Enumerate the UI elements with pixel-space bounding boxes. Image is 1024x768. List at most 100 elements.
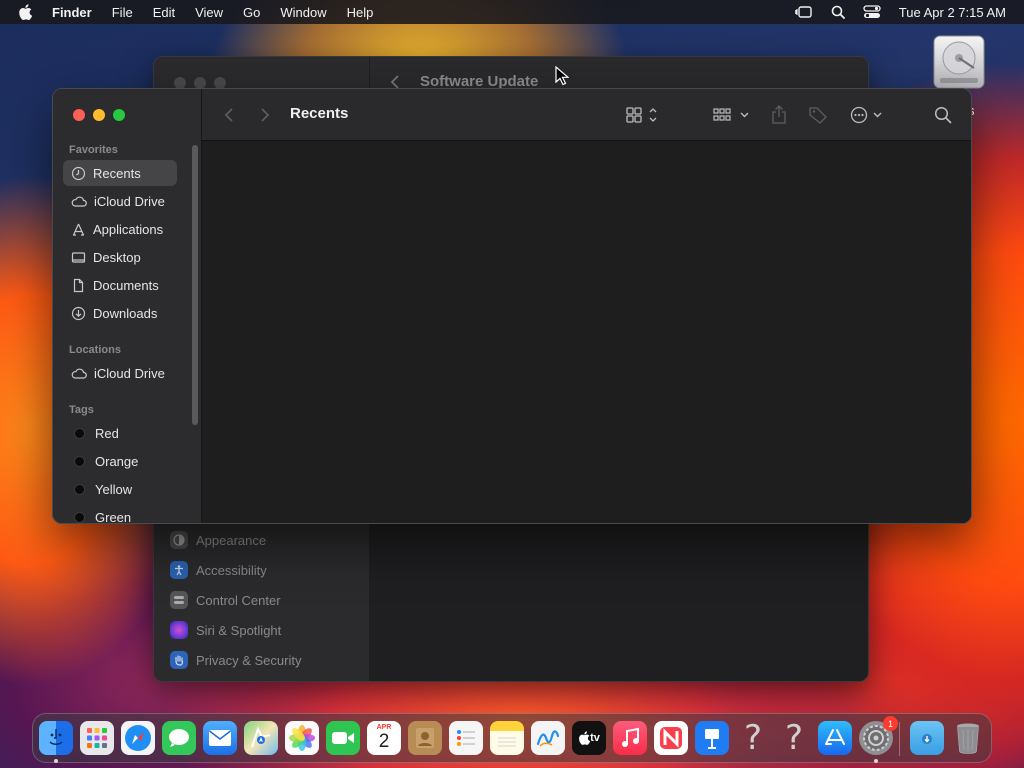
- view-mode-button[interactable]: [625, 103, 661, 127]
- settings-item-siri-spotlight[interactable]: Siri & Spotlight: [170, 618, 281, 642]
- finder-toolbar: Recents: [202, 89, 971, 141]
- sidebar-item-label: Yellow: [95, 481, 133, 497]
- sidebar-item-desktop[interactable]: Desktop: [63, 244, 177, 270]
- running-indicator: [874, 759, 878, 763]
- sidebar-item-label: Desktop: [93, 249, 141, 265]
- applications-icon: [72, 223, 85, 236]
- unknown-app-icon-2[interactable]: ?: [777, 721, 811, 755]
- system-settings-icon[interactable]: 1: [859, 716, 898, 755]
- sidebar-item-location-icloud-drive[interactable]: iCloud Drive: [63, 360, 177, 386]
- settings-item-appearance[interactable]: Appearance: [170, 528, 266, 552]
- stage-manager-icon[interactable]: [794, 5, 813, 19]
- sidebar-tag-orange[interactable]: Orange: [63, 448, 177, 474]
- apple-menu-icon[interactable]: [18, 4, 38, 20]
- tags-header: Tags: [69, 404, 94, 416]
- sidebar-item-label: Downloads: [93, 305, 158, 321]
- close-window-button[interactable]: [73, 109, 85, 121]
- spotlight-search-icon[interactable]: [831, 5, 845, 19]
- keynote-icon[interactable]: [695, 721, 729, 755]
- launchpad-icon[interactable]: [80, 721, 114, 755]
- file-list-area[interactable]: [202, 141, 971, 523]
- finder-sidebar: Favorites Recents iCloud Drive Applicati…: [53, 89, 202, 523]
- maps-icon[interactable]: [244, 721, 278, 755]
- sidebar-item-label: Recents: [93, 165, 141, 181]
- safari-icon[interactable]: [121, 721, 155, 755]
- sidebar-item-recents[interactable]: Recents: [63, 160, 177, 186]
- menu-go[interactable]: Go: [243, 5, 260, 20]
- notes-icon[interactable]: [490, 721, 524, 755]
- settings-item-accessibility[interactable]: Accessibility: [170, 558, 267, 582]
- downloads-folder-icon[interactable]: [910, 721, 944, 755]
- unknown-app-icon[interactable]: ?: [736, 721, 770, 755]
- favorites-header: Favorites: [69, 144, 118, 156]
- sidebar-item-applications[interactable]: Applications: [63, 216, 177, 242]
- forward-button[interactable]: [260, 103, 270, 127]
- calendar-icon[interactable]: APR 2: [367, 721, 401, 755]
- search-button[interactable]: [934, 103, 952, 127]
- sidebar-item-label: Documents: [93, 277, 159, 293]
- settings-item-label: Siri & Spotlight: [196, 622, 282, 638]
- dock: APR 2 tv ? ? 1: [32, 713, 992, 763]
- siri-icon: [170, 621, 188, 639]
- cloud-icon: [71, 368, 87, 379]
- app-store-icon[interactable]: [818, 721, 852, 755]
- desktop-icon: [71, 251, 86, 263]
- trash-icon[interactable]: [951, 721, 985, 755]
- menu-help[interactable]: Help: [347, 5, 374, 20]
- mail-icon[interactable]: [203, 721, 237, 755]
- sidebar-item-documents[interactable]: Documents: [63, 272, 177, 298]
- sidebar-scrollbar[interactable]: [192, 145, 198, 425]
- minimize-window-button[interactable]: [93, 109, 105, 121]
- back-button[interactable]: [224, 103, 234, 127]
- messages-icon[interactable]: [162, 721, 196, 755]
- menu-view[interactable]: View: [195, 5, 223, 20]
- music-icon[interactable]: [613, 721, 647, 755]
- download-icon: [71, 306, 86, 320]
- photos-icon[interactable]: [285, 721, 319, 755]
- mouse-cursor-icon: [555, 65, 570, 91]
- settings-item-control-center[interactable]: Control Center: [170, 588, 281, 612]
- more-actions-button[interactable]: [850, 103, 886, 127]
- share-button[interactable]: [770, 103, 788, 127]
- menu-file[interactable]: File: [112, 5, 133, 20]
- ellipsis-circle-icon: [850, 106, 882, 124]
- tag-dot-icon: [74, 511, 85, 523]
- window-title: Recents: [290, 105, 349, 122]
- apple-tv-icon[interactable]: tv: [572, 721, 606, 755]
- finder-app-icon[interactable]: [39, 721, 73, 755]
- group-by-button[interactable]: [713, 103, 751, 127]
- settings-item-label: Control Center: [196, 592, 281, 608]
- sidebar-item-icloud-drive[interactable]: iCloud Drive: [63, 188, 177, 214]
- tags-button[interactable]: [808, 103, 828, 127]
- document-icon: [73, 278, 84, 292]
- reminders-icon[interactable]: [449, 721, 483, 755]
- tag-dot-icon: [74, 427, 85, 439]
- hard-disk-icon[interactable]: [930, 34, 988, 92]
- menu-clock[interactable]: Tue Apr 2 7:15 AM: [899, 5, 1006, 20]
- sidebar-item-label: Green: [95, 509, 132, 524]
- control-center-icon[interactable]: [863, 5, 881, 19]
- sidebar-tag-yellow[interactable]: Yellow: [63, 476, 177, 502]
- chevron-right-icon: [261, 108, 270, 122]
- sidebar-item-label: Applications: [93, 221, 164, 237]
- settings-item-label: Appearance: [196, 532, 267, 548]
- contacts-icon[interactable]: [408, 721, 442, 755]
- sidebar-tag-red[interactable]: Red: [63, 420, 177, 446]
- settings-item-label: Accessibility: [196, 562, 267, 578]
- sidebar-item-downloads[interactable]: Downloads: [63, 300, 177, 326]
- finder-window[interactable]: Favorites Recents iCloud Drive Applicati…: [52, 88, 972, 524]
- freeform-icon[interactable]: [531, 721, 565, 755]
- settings-item-privacy-security[interactable]: Privacy & Security: [170, 648, 301, 672]
- appearance-icon: [170, 531, 188, 549]
- menu-window[interactable]: Window: [280, 5, 326, 20]
- facetime-icon[interactable]: [326, 721, 360, 755]
- dock-separator: [899, 722, 900, 756]
- menu-app-name[interactable]: Finder: [52, 5, 92, 20]
- running-indicator: [54, 759, 58, 763]
- tv-label: tv: [590, 732, 600, 744]
- sidebar-tag-green[interactable]: Green: [63, 504, 177, 524]
- group-grid-icon: [713, 108, 749, 121]
- menu-edit[interactable]: Edit: [153, 5, 175, 20]
- news-icon[interactable]: [654, 721, 688, 755]
- fullscreen-window-button[interactable]: [113, 109, 125, 121]
